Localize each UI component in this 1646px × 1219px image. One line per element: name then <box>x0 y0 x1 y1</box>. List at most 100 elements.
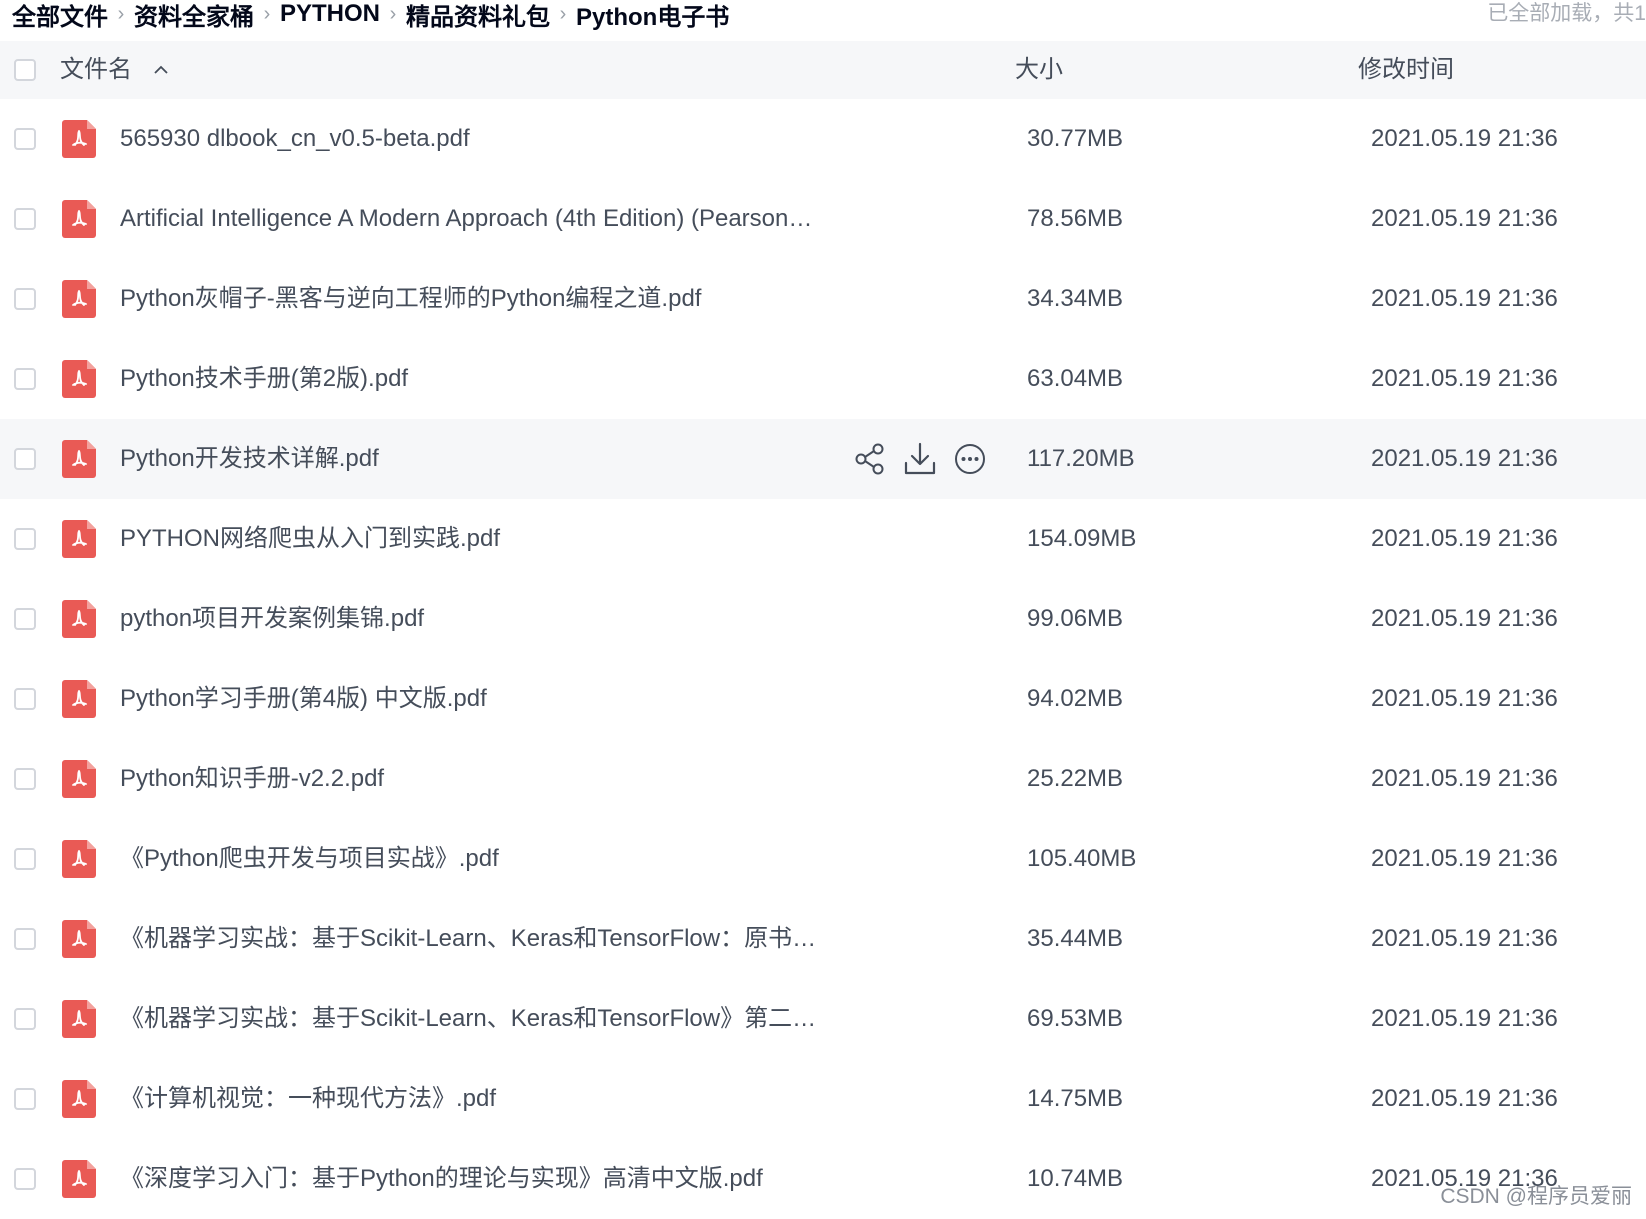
file-name[interactable]: Python学习手册(第4版) 中文版.pdf <box>120 659 487 739</box>
file-modified-time: 2021.05.19 21:36 <box>1371 445 1558 472</box>
pdf-file-icon <box>62 200 96 238</box>
file-size: 63.04MB <box>1027 365 1124 392</box>
file-size: 154.09MB <box>1027 525 1137 552</box>
file-name[interactable]: python项目开发案例集锦.pdf <box>120 579 424 659</box>
breadcrumb: 全部文件 › 资料全家桶 › PYTHON › 精品资料礼包 › Python电子书 <box>12 0 729 31</box>
file-list: 565930 dlbook_cn_v0.5-beta.pdf 30.77MB 202… <box>0 99 1646 1219</box>
breadcrumb-item[interactable]: 精品资料礼包 <box>406 0 550 32</box>
pdf-file-icon <box>62 440 96 478</box>
file-modified-time: 2021.05.19 21:36 <box>1371 925 1558 952</box>
file-name[interactable]: Python灰帽子-黑客与逆向工程师的Python编程之道.pdf <box>120 259 701 339</box>
row-checkbox[interactable] <box>14 688 36 710</box>
file-row[interactable]: 《Python爬虫开发与项目实战》.pdf 105.40MB 2021.05.19 … <box>0 819 1646 899</box>
file-row[interactable]: Artificial Intelligence A Modern Approac… <box>0 179 1646 259</box>
file-row[interactable]: Python学习手册(第4版) 中文版.pdf 94.02MB 2021.05.19… <box>0 659 1646 739</box>
row-checkbox[interactable] <box>14 448 36 470</box>
file-modified-time: 2021.05.19 21:36 <box>1371 1005 1558 1032</box>
row-checkbox[interactable] <box>14 128 36 150</box>
file-size: 35.44MB <box>1027 925 1124 952</box>
pdf-file-icon <box>62 680 96 718</box>
file-row[interactable]: 《深度学习入门：基于Python的理论与实现》高清中文版.pdf 10.74MB 2… <box>0 1139 1646 1219</box>
column-header-name[interactable]: 文件名 <box>60 41 132 99</box>
file-size: 117.20MB <box>1027 445 1135 472</box>
pdf-file-icon <box>62 1160 96 1198</box>
file-modified-time: 2021.05.19 21:36 <box>1371 685 1558 712</box>
breadcrumb-item[interactable]: 全部文件 <box>12 0 108 32</box>
share-icon[interactable] <box>852 441 888 477</box>
file-modified-time: 2021.05.19 21:36 <box>1371 285 1558 312</box>
row-checkbox[interactable] <box>14 208 36 230</box>
pdf-file-icon <box>62 120 96 158</box>
pdf-file-icon <box>62 840 96 878</box>
file-row[interactable]: PYTHON网络爬虫从入门到实践.pdf 154.09MB 2021.05.19 2… <box>0 499 1646 579</box>
file-size: 94.02MB <box>1027 685 1124 712</box>
row-checkbox[interactable] <box>14 528 36 550</box>
file-row[interactable]: Python灰帽子-黑客与逆向工程师的Python编程之道.pdf 34.34MB… <box>0 259 1646 339</box>
file-name[interactable]: 《深度学习入门：基于Python的理论与实现》高清中文版.pdf <box>120 1139 763 1219</box>
breadcrumb-item[interactable]: PYTHON <box>280 0 380 28</box>
breadcrumb-item[interactable]: 资料全家桶 <box>134 0 254 32</box>
file-name[interactable]: Python知识手册-v2.2.pdf <box>120 739 384 819</box>
row-checkbox[interactable] <box>14 768 36 790</box>
watermark: CSDN @程序员爱丽 <box>1440 1185 1632 1208</box>
chevron-right-icon: › <box>559 2 567 25</box>
file-row[interactable]: 565930 dlbook_cn_v0.5-beta.pdf 30.77MB 202… <box>0 99 1646 179</box>
download-icon[interactable] <box>902 441 938 477</box>
row-checkbox[interactable] <box>14 928 36 950</box>
file-row[interactable]: Python技术手册(第2版).pdf 63.04MB 2021.05.19 21:… <box>0 339 1646 419</box>
pdf-file-icon <box>62 360 96 398</box>
file-modified-time: 2021.05.19 21:36 <box>1371 365 1558 392</box>
file-size: 30.77MB <box>1027 125 1124 152</box>
row-checkbox[interactable] <box>14 288 36 310</box>
file-size: 25.22MB <box>1027 765 1124 792</box>
file-size: 99.06MB <box>1027 605 1124 632</box>
file-modified-time: 2021.05.19 21:36 <box>1371 845 1558 872</box>
file-row[interactable]: Python开发技术详解.pdf 117.20MB 2021.05.19 21:3… <box>0 419 1646 499</box>
row-checkbox[interactable] <box>14 608 36 630</box>
pdf-file-icon <box>62 600 96 638</box>
more-icon[interactable] <box>952 441 988 477</box>
breadcrumb-item[interactable]: Python电子书 <box>576 0 729 32</box>
file-modified-time: 2021.05.19 21:36 <box>1371 125 1558 152</box>
column-header-time[interactable]: 修改时间 <box>1358 41 1454 99</box>
pdf-file-icon <box>62 1080 96 1118</box>
chevron-right-icon: › <box>389 2 397 25</box>
pdf-file-icon <box>62 520 96 558</box>
file-name[interactable]: Python开发技术详解.pdf <box>120 419 379 499</box>
file-row[interactable]: python项目开发案例集锦.pdf 99.06MB 2021.05.19 21:3… <box>0 579 1646 659</box>
file-size: 78.56MB <box>1027 205 1124 232</box>
chevron-right-icon: › <box>117 2 125 25</box>
file-name[interactable]: 565930 dlbook_cn_v0.5-beta.pdf <box>120 99 470 179</box>
row-actions <box>852 441 988 477</box>
file-modified-time: 2021.05.19 21:36 <box>1371 1085 1558 1112</box>
file-modified-time: 2021.05.19 21:36 <box>1371 205 1558 232</box>
file-row[interactable]: Python知识手册-v2.2.pdf 25.22MB 2021.05.19 21:… <box>0 739 1646 819</box>
row-checkbox[interactable] <box>14 848 36 870</box>
column-header-size[interactable]: 大小 <box>1015 41 1063 99</box>
row-checkbox[interactable] <box>14 1168 36 1190</box>
file-modified-time: 2021.05.19 21:36 <box>1371 525 1558 552</box>
chevron-up-icon[interactable] <box>153 62 169 78</box>
file-row[interactable]: 《机器学习实战：基于Scikit-Learn、Keras和TensorFlow》… <box>0 979 1646 1059</box>
row-checkbox[interactable] <box>14 368 36 390</box>
file-size: 105.40MB <box>1027 845 1137 872</box>
pdf-file-icon <box>62 920 96 958</box>
pdf-file-icon <box>62 1000 96 1038</box>
file-name[interactable]: Artificial Intelligence A Modern Approac… <box>120 179 812 259</box>
file-modified-time: 2021.05.19 21:36 <box>1371 605 1558 632</box>
load-status: 已全部加载，共1 <box>1487 2 1646 25</box>
pdf-file-icon <box>62 280 96 318</box>
file-name[interactable]: 《机器学习实战：基于Scikit-Learn、Keras和TensorFlow》… <box>120 979 816 1059</box>
row-checkbox[interactable] <box>14 1008 36 1030</box>
file-row[interactable]: 《机器学习实战：基于Scikit-Learn、Keras和TensorFlow：… <box>0 899 1646 979</box>
file-size: 69.53MB <box>1027 1005 1124 1032</box>
file-name[interactable]: PYTHON网络爬虫从入门到实践.pdf <box>120 499 500 579</box>
file-row[interactable]: 《计算机视觉：一种现代方法》.pdf 14.75MB 2021.05.19 21:3… <box>0 1059 1646 1139</box>
row-checkbox[interactable] <box>14 1088 36 1110</box>
select-all-checkbox[interactable] <box>14 59 36 81</box>
file-name[interactable]: 《Python爬虫开发与项目实战》.pdf <box>120 819 499 899</box>
file-name[interactable]: Python技术手册(第2版).pdf <box>120 339 408 419</box>
file-size: 34.34MB <box>1027 285 1124 312</box>
file-name[interactable]: 《计算机视觉：一种现代方法》.pdf <box>120 1059 496 1139</box>
file-name[interactable]: 《机器学习实战：基于Scikit-Learn、Keras和TensorFlow：… <box>120 899 816 979</box>
